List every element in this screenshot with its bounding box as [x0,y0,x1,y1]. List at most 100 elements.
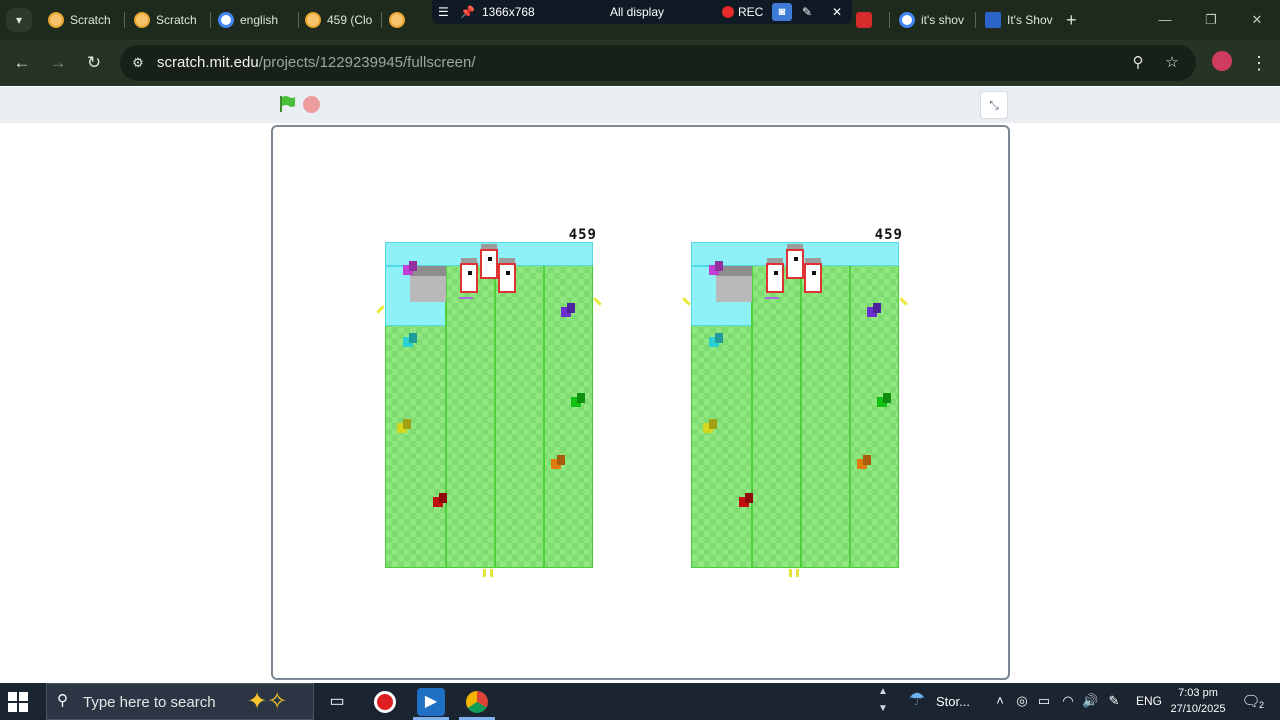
purple-pixel [561,307,571,317]
green-flag-icon[interactable] [278,95,296,113]
red-app-icon [856,11,872,28]
volume-icon[interactable]: 🔊 [1082,693,1098,709]
google-icon [218,11,234,28]
tab-search-chevron-icon[interactable]: ▾ [6,8,32,32]
battery-icon[interactable]: ▭ [1036,693,1052,709]
tab-divider [210,12,211,28]
media-player-icon[interactable]: ▶ [417,688,445,716]
scratch-icon [48,11,64,28]
recorder-resolution: 1366x768 [482,5,535,19]
weather-storm-icon[interactable]: ☂ [906,690,928,713]
recorder-display-select[interactable]: All display [610,0,664,24]
camera-icon[interactable]: ◙ [772,3,792,21]
scratch-icon [134,11,150,28]
record-dot-icon [722,6,734,18]
notification-center-icon[interactable]: 🗨 2 [1240,692,1264,715]
windows-start-icon[interactable] [8,692,28,712]
tab-divider [381,12,382,28]
right-arm [899,297,908,306]
creature-feet [789,569,799,577]
eye [498,263,516,293]
magenta-pixel [403,265,413,275]
grey-block [410,266,446,302]
tab-divider [124,12,125,28]
screen-recorder-app-icon[interactable] [371,688,399,716]
weather-text[interactable]: Stor... [936,683,970,720]
left-arm [682,297,691,306]
eye [480,249,498,279]
recorder-close-icon[interactable]: ✕ [832,0,842,24]
minimize-icon[interactable]: — [1142,8,1188,32]
creature-left: 459 [376,227,615,577]
address-bar[interactable]: ⚙ scratch.mit.edu/projects/1229239945/fu… [120,45,1196,81]
search-placeholder: Type here to search [83,694,216,711]
wifi-icon[interactable]: ◠ [1060,693,1076,709]
taskbar-search-box[interactable]: ⚲ Type here to search ✦✧ [46,683,314,720]
site-info-icon[interactable]: ⚙ [128,54,148,72]
column-divider [751,266,753,568]
pen-input-icon[interactable]: ✎ [1106,693,1122,709]
sparkle-icon: ✦✧ [247,688,288,715]
tab-scratch-2[interactable]: Scratch [134,6,206,34]
tab-459[interactable]: 459 (Clo [305,6,375,34]
zoom-icon[interactable]: ⚲ [1128,53,1148,73]
grey-block [716,266,752,302]
taskbar-scroll-arrows-icon[interactable]: ▲ ▼ [874,683,892,720]
clock-date: 27/10/2025 [1170,703,1226,715]
tab-its-shown-google[interactable]: it's shov [899,6,971,34]
yellow-pixel [397,423,407,433]
tab-title: 459 (Clo [327,13,373,27]
show-hidden-icons-chevron-icon[interactable]: ˄ [992,693,1008,709]
url-text[interactable]: scratch.mit.edu/projects/1229239945/full… [157,54,476,72]
tab-its-shown-lp[interactable]: It's Shov [985,6,1061,34]
score-label: 459 [568,227,597,243]
eye [804,263,822,293]
scratch-icon [305,11,321,28]
tab-title: english [240,13,279,27]
language-indicator[interactable]: ENG [1136,683,1162,720]
url-host: scratch.mit.edu [157,54,259,71]
new-tab-plus-icon[interactable]: + [1066,8,1086,32]
eye [460,263,478,293]
lp-icon [985,11,1001,28]
creature-right: 459 [682,227,921,577]
tab-english[interactable]: english [218,6,296,34]
pin-icon[interactable]: 📌 [460,0,475,24]
green-pixel [877,397,887,407]
stop-icon[interactable] [303,96,320,113]
eye [786,249,804,279]
cyan-pixel [403,337,413,347]
browser-menu-icon[interactable]: ⋮ [1250,51,1268,75]
scratch-icon [389,11,405,28]
close-window-icon[interactable]: ✕ [1234,8,1280,32]
purple-pixel [867,307,877,317]
forward-arrow-icon[interactable]: → [46,51,70,75]
windows-taskbar: ⚲ Type here to search ✦✧ ▭ ▶ ▲ ▼ ☂ Stor..… [0,683,1280,720]
clock[interactable]: 7:03 pm 27/10/2025 [1168,685,1228,717]
meet-now-icon[interactable]: ◎ [1014,693,1030,709]
restore-icon[interactable]: ❐ [1188,8,1234,32]
cyan-pixel [709,337,719,347]
exit-fullscreen-icon[interactable]: ⤡ [980,91,1008,119]
profile-extension-icon[interactable] [1212,51,1232,71]
tab-scratch-1[interactable]: Scratch [48,6,120,34]
pen-icon[interactable]: ✎ [802,0,812,24]
green-pixel [571,397,581,407]
notification-count: 2 [1258,695,1264,715]
back-arrow-icon[interactable]: ← [10,51,34,75]
tab-hidden-red[interactable] [856,6,886,34]
scratch-stage[interactable]: 459 459 [271,125,1010,680]
recorder-menu-icon[interactable]: ☰ [438,0,449,24]
bookmark-star-icon[interactable]: ☆ [1162,53,1182,73]
chrome-icon[interactable] [463,688,491,716]
magenta-pixel [709,265,719,275]
column-divider [800,266,802,568]
tab-divider [889,12,890,28]
tab-divider [975,12,976,28]
record-button[interactable]: REC [738,0,763,24]
orange-pixel [551,459,561,469]
screen-recorder-bar: ☰ 📌 1366x768 All display REC ◙ ✎ ✕ [432,0,852,24]
task-view-icon[interactable]: ▭ [323,688,351,716]
tab-scratch-3[interactable] [389,6,429,34]
reload-icon[interactable]: ↻ [82,51,106,75]
